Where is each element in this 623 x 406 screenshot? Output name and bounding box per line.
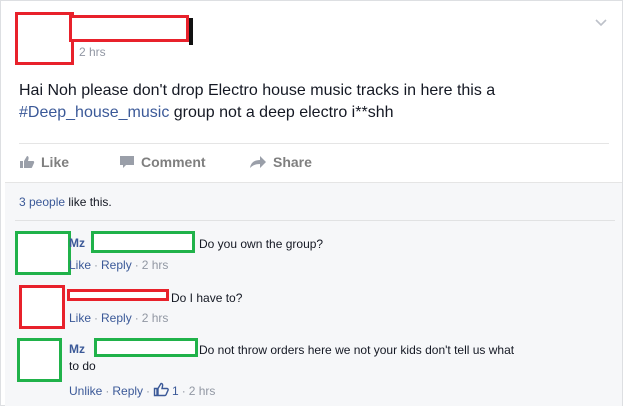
comment-text: Do you own the group? (199, 237, 324, 251)
comment-button-label: Comment (141, 154, 206, 170)
comment-like-link[interactable]: Like (69, 258, 91, 272)
facebook-post: 2 hrs Hai Noh please don't drop Electro … (0, 0, 623, 406)
comment-avatar-redacted[interactable] (15, 231, 71, 275)
likes-suffix: like this. (65, 195, 112, 209)
likes-summary: 3 people like this. (19, 195, 112, 209)
comment-timestamp[interactable]: 2 hrs (142, 258, 169, 272)
comment-meta: Unlike · Reply · 1 · 2 hrs (69, 382, 215, 400)
author-name-redacted[interactable] (69, 15, 189, 42)
comments-section: 3 people like this. Mz Do you own the gr… (5, 182, 622, 406)
comment-unlike-link[interactable]: Unlike (69, 384, 102, 398)
comment-meta: Like · Reply · 2 hrs (69, 311, 168, 325)
share-arrow-icon (249, 155, 267, 169)
name-redaction-shadow (189, 18, 193, 45)
thumbs-up-icon (19, 155, 35, 169)
like-button-label: Like (41, 154, 70, 170)
comment-author-name[interactable]: Mz (69, 342, 85, 356)
comment-author-name-redacted[interactable] (67, 289, 169, 301)
post-text-prefix: Hai Noh please don't drop Electro house … (19, 82, 496, 99)
comment-avatar-redacted[interactable] (19, 285, 65, 329)
author-avatar-redacted[interactable] (15, 12, 74, 65)
post-timestamp[interactable]: 2 hrs (79, 45, 106, 59)
comment-icon (119, 155, 135, 169)
chevron-down-icon[interactable] (593, 15, 609, 31)
comment-author-name[interactable]: Mz (69, 236, 85, 250)
hashtag-link[interactable]: #Deep_house_music (19, 104, 169, 121)
post-text: Hai Noh please don't drop Electro house … (19, 80, 609, 124)
meta-separator: · (105, 384, 110, 398)
comment-text-continued: to do (69, 359, 96, 373)
comment-button[interactable]: Comment (119, 154, 206, 170)
thumbs-up-icon[interactable] (153, 382, 169, 400)
comment-text: Do not throw orders here we not your kid… (199, 343, 515, 357)
meta-separator: · (134, 311, 139, 325)
comment-text: Do I have to? (171, 291, 243, 305)
comment-author-name-redacted[interactable] (91, 231, 195, 253)
meta-separator: · (94, 311, 99, 325)
meta-separator: · (146, 384, 151, 398)
share-button-label: Share (273, 154, 312, 170)
comment-author-name-redacted[interactable] (94, 338, 198, 357)
comment-reply-link[interactable]: Reply (101, 311, 132, 325)
share-button[interactable]: Share (249, 154, 312, 170)
comment-reply-link[interactable]: Reply (112, 384, 143, 398)
comment-timestamp[interactable]: 2 hrs (189, 384, 216, 398)
meta-separator: · (134, 258, 139, 272)
comment-like-link[interactable]: Like (69, 311, 91, 325)
divider (15, 220, 615, 221)
comment-meta: Like · Reply · 2 hrs (69, 258, 168, 272)
comment-like-count[interactable]: 1 (172, 384, 179, 398)
comment-avatar-redacted[interactable] (17, 338, 62, 382)
like-button[interactable]: Like (19, 154, 69, 170)
post-actions-bar: Like Comment Share (19, 143, 609, 181)
comment-timestamp[interactable]: 2 hrs (142, 311, 169, 325)
meta-separator: · (181, 384, 186, 398)
comment-reply-link[interactable]: Reply (101, 258, 132, 272)
meta-separator: · (94, 258, 99, 272)
likes-count-link[interactable]: 3 people (19, 195, 65, 209)
post-text-suffix: group not a deep electro i**shh (169, 104, 394, 121)
